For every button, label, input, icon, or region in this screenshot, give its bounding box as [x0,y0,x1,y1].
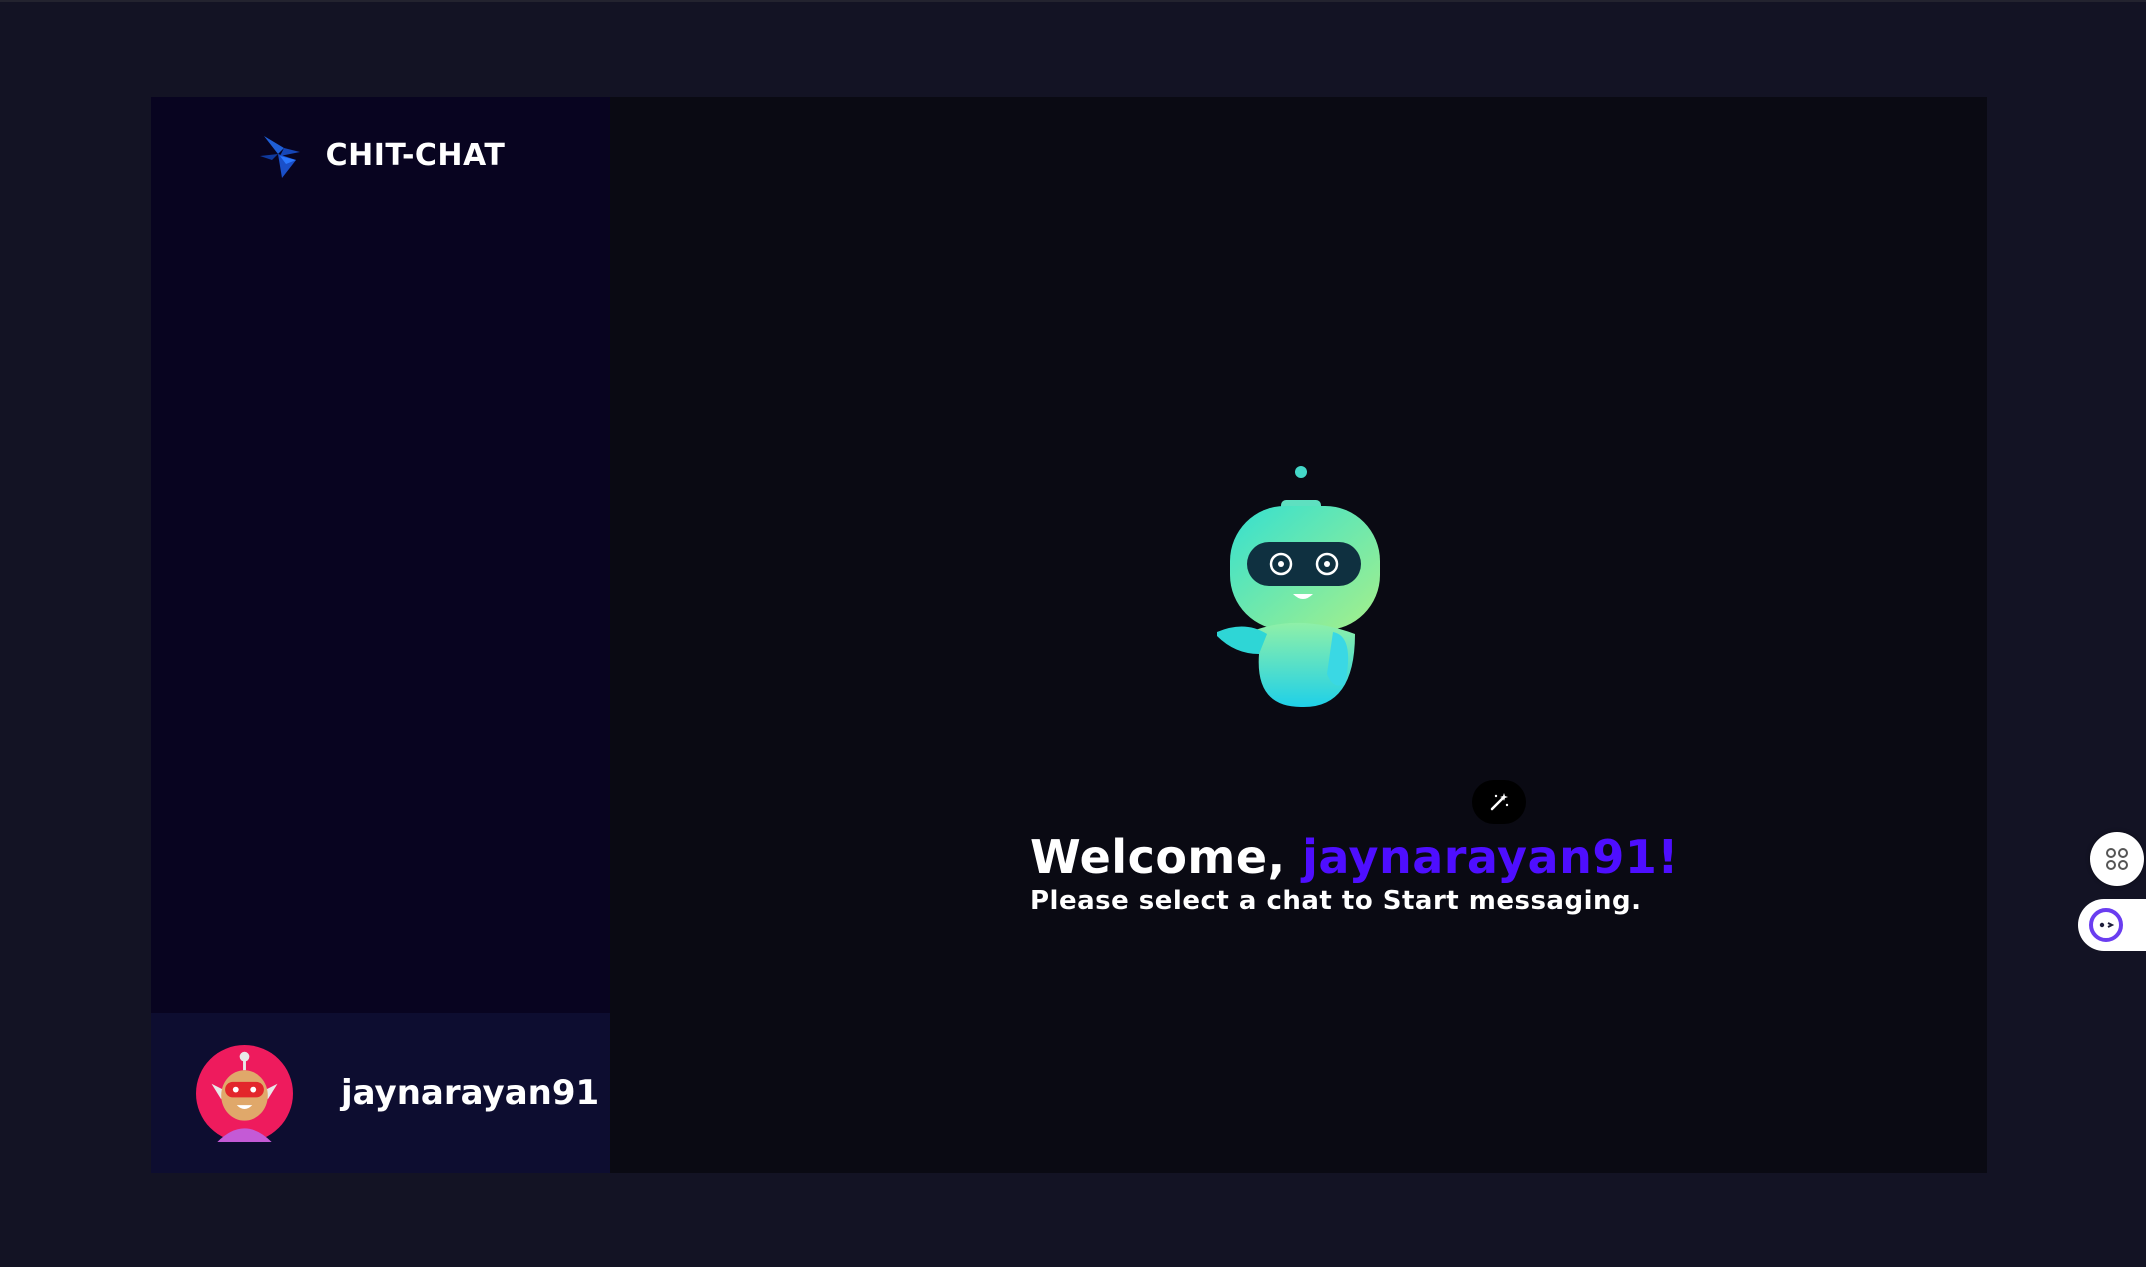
welcome-heading: Welcome, jaynarayan91! [1030,830,1678,884]
welcome-message: Welcome, jaynarayan91! Please select a c… [1030,830,1678,916]
current-user-panel: jaynarayan91 [151,1013,610,1173]
robot-avatar-icon [196,1044,293,1142]
magic-wand-button[interactable] [1472,780,1526,824]
assistant-face-icon [2089,908,2123,942]
brand-title: CHIT-CHAT [325,137,506,173]
extension-float-button[interactable] [2090,832,2144,886]
welcome-greeting: Welcome, [1030,830,1303,884]
contacts-sidebar: CHIT-CHAT jaynarayan91 [151,97,610,1173]
welcome-username: jaynarayan91! [1302,830,1679,884]
command-icon [2106,848,2128,870]
brand-header: CHIT-CHAT [151,97,610,207]
welcome-subtitle: Please select a chat to Start messaging. [1030,886,1642,916]
contacts-list [151,207,610,1013]
current-username: jaynarayan91 [341,1073,600,1113]
assistant-float-button[interactable] [2078,899,2146,951]
window-top-border [0,0,2146,2]
logo-icon [259,136,300,178]
magic-wand-icon [1490,793,1509,811]
welcome-panel: Welcome, jaynarayan91! Please select a c… [610,97,1987,1173]
chat-app: CHIT-CHAT jaynarayan91 Welcome, jaynaray… [151,97,1987,1173]
robot-icon [1217,466,1380,708]
